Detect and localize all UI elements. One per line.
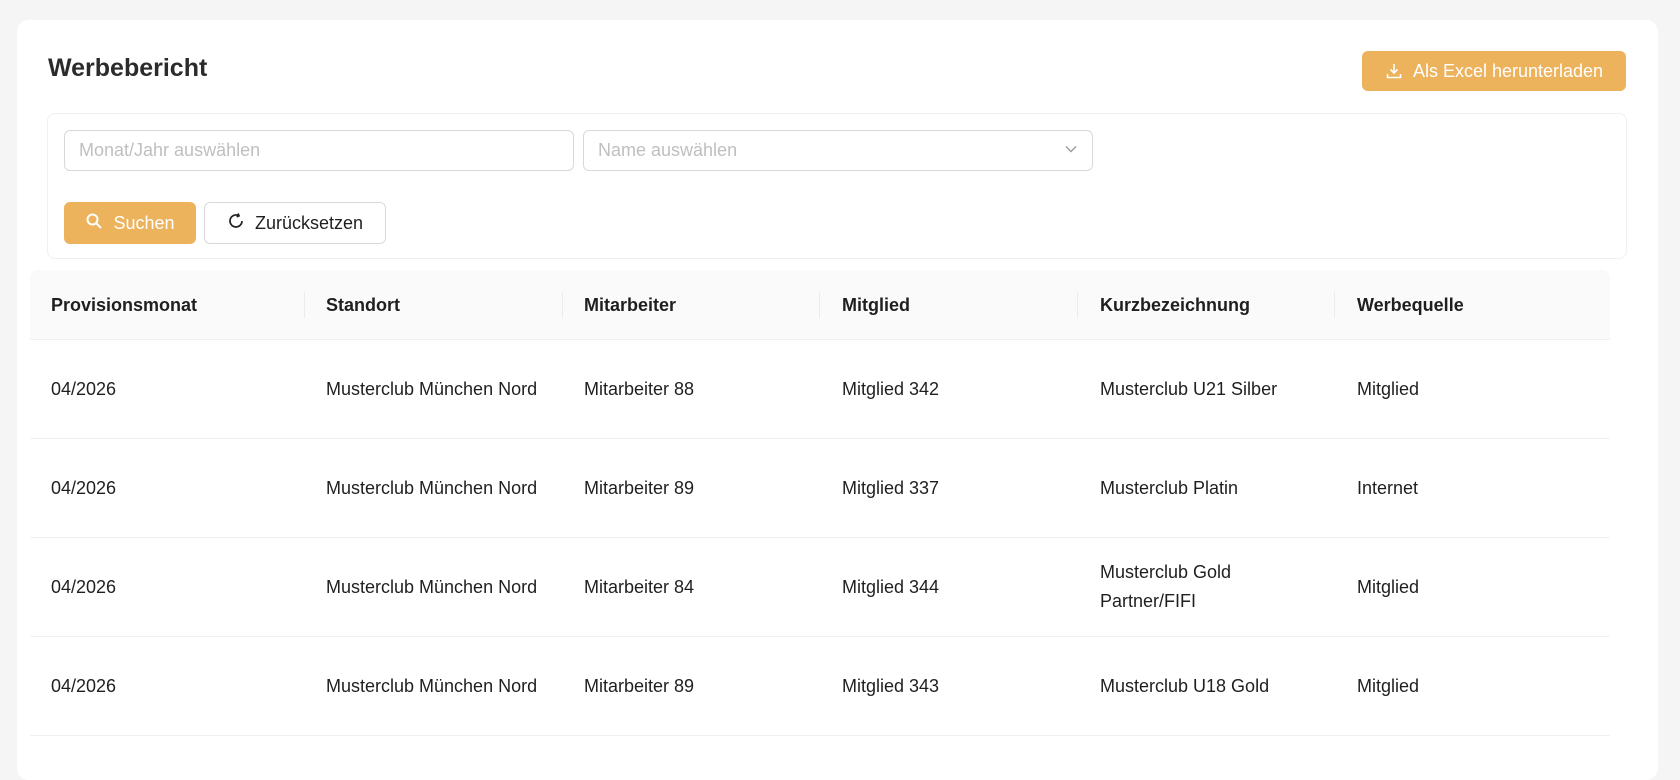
cell-mitglied: Mitglied 344 <box>842 576 940 597</box>
table-header: Provisionsmonat Standort Mitarbeiter Mit… <box>30 270 1610 340</box>
cell-kurzbezeichnung: Musterclub Gold Partner/FIFI <box>1100 562 1232 611</box>
table-row[interactable]: 04/2026 Musterclub München Nord Mitarbei… <box>30 340 1610 439</box>
cell-werbequelle: Internet <box>1357 477 1419 498</box>
search-label: Suchen <box>113 212 175 233</box>
column-header-mitglied[interactable]: Mitglied <box>842 270 1072 340</box>
column-header-kurzbezeichnung[interactable]: Kurzbezeichnung <box>1100 270 1330 340</box>
export-label: Als Excel herunterladen <box>1412 60 1604 81</box>
column-divider <box>304 292 305 318</box>
download-icon <box>1385 62 1403 80</box>
table-row[interactable]: 04/2026 Musterclub München Nord Mitarbei… <box>30 637 1610 736</box>
column-header-standort[interactable]: Standort <box>326 270 546 340</box>
search-icon <box>85 212 103 235</box>
column-divider <box>562 292 563 318</box>
column-header-werbequelle[interactable]: Werbequelle <box>1357 270 1587 340</box>
report-table: Provisionsmonat Standort Mitarbeiter Mit… <box>30 270 1610 736</box>
page-title: Werbebericht <box>48 54 208 82</box>
cell-mitarbeiter: Mitarbeiter 84 <box>584 576 695 597</box>
cell-kurzbezeichnung: Musterclub Platin <box>1100 477 1239 498</box>
cell-kurzbezeichnung: Musterclub U21 Silber <box>1100 378 1278 399</box>
cell-standort: Musterclub München Nord <box>326 576 538 597</box>
cell-standort: Musterclub München Nord <box>326 675 538 696</box>
cell-mitarbeiter: Mitarbeiter 88 <box>584 378 695 399</box>
cell-provisionsmonat: 04/2026 <box>51 477 117 498</box>
export-excel-button[interactable]: Als Excel herunterladen <box>1362 51 1626 91</box>
reset-button[interactable]: Zurücksetzen <box>204 202 386 244</box>
column-divider <box>1077 292 1078 318</box>
table-row[interactable]: 04/2026 Musterclub München Nord Mitarbei… <box>30 439 1610 538</box>
cell-provisionsmonat: 04/2026 <box>51 576 117 597</box>
search-button[interactable]: Suchen <box>64 202 196 244</box>
column-divider <box>1334 292 1335 318</box>
filter-panel: Name auswählen Suchen Zurücksetzen <box>47 113 1627 259</box>
column-header-provisionsmonat[interactable]: Provisionsmonat <box>51 270 301 340</box>
cell-mitglied: Mitglied 337 <box>842 477 940 498</box>
cell-standort: Musterclub München Nord <box>326 378 538 399</box>
column-divider <box>819 292 820 318</box>
cell-mitarbeiter: Mitarbeiter 89 <box>584 477 695 498</box>
chevron-down-icon <box>1064 140 1078 161</box>
name-select-placeholder: Name auswählen <box>598 140 738 160</box>
reload-icon <box>227 212 245 235</box>
cell-werbequelle: Mitglied <box>1357 378 1420 399</box>
table-row[interactable]: 04/2026 Musterclub München Nord Mitarbei… <box>30 538 1610 637</box>
cell-mitglied: Mitglied 343 <box>842 675 940 696</box>
cell-provisionsmonat: 04/2026 <box>51 675 117 696</box>
cell-provisionsmonat: 04/2026 <box>51 378 117 399</box>
cell-mitglied: Mitglied 342 <box>842 378 940 399</box>
month-year-input[interactable] <box>79 140 559 161</box>
cell-kurzbezeichnung: Musterclub U18 Gold <box>1100 675 1270 696</box>
name-select[interactable]: Name auswählen <box>583 130 1093 171</box>
column-header-mitarbeiter[interactable]: Mitarbeiter <box>584 270 814 340</box>
reset-label: Zurücksetzen <box>254 212 364 233</box>
cell-standort: Musterclub München Nord <box>326 477 538 498</box>
cell-werbequelle: Mitglied <box>1357 576 1420 597</box>
month-year-picker[interactable] <box>64 130 574 171</box>
cell-werbequelle: Mitglied <box>1357 675 1420 696</box>
cell-mitarbeiter: Mitarbeiter 89 <box>584 675 695 696</box>
